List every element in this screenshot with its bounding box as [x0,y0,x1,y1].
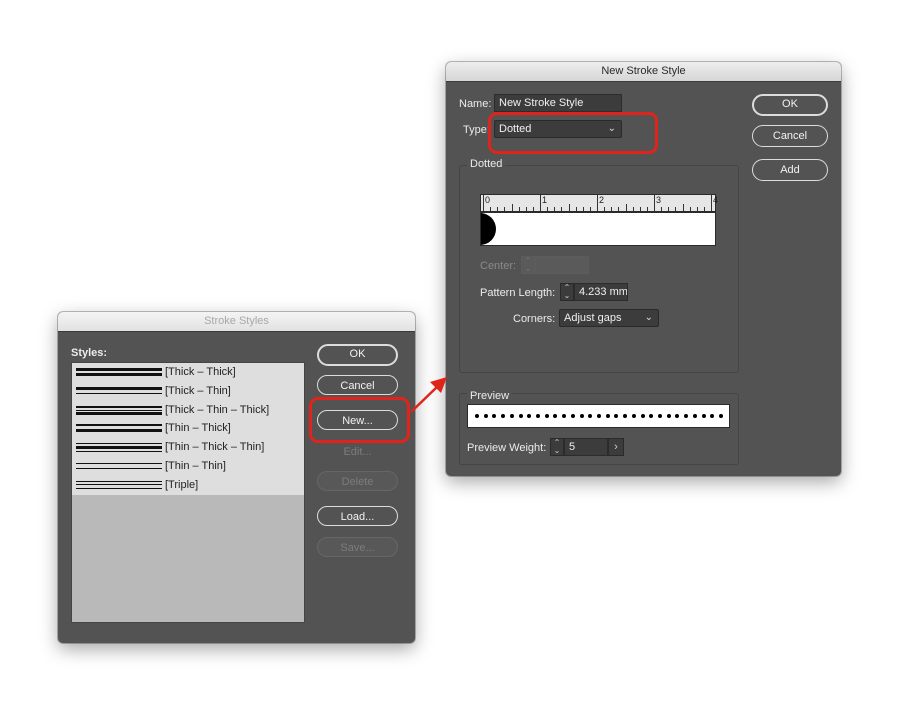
annotation-arrow-line [410,385,439,413]
annotation-arrow [410,377,447,413]
